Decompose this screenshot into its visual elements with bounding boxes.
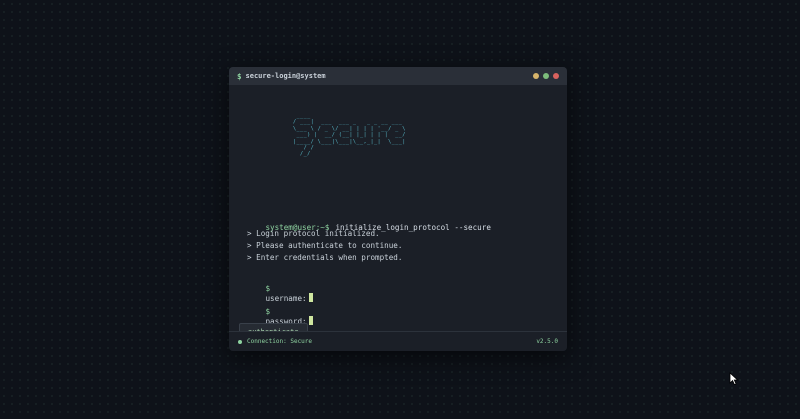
- status-bar: Connection: Secure v2.5.0: [229, 331, 567, 351]
- connection-status: Connection: Secure: [247, 338, 313, 345]
- mouse-pointer-icon: [729, 372, 739, 386]
- output-line: > Please authenticate to continue.: [247, 241, 403, 250]
- window-title: secure-login@system: [245, 72, 326, 80]
- maximize-button[interactable]: [543, 73, 549, 79]
- close-button[interactable]: [553, 73, 559, 79]
- title-bar: $ secure-login@system: [229, 67, 567, 85]
- window-controls: [533, 73, 559, 79]
- ascii-banner: ____ / ___| ___ ___ _ _ _ __ ___ \___ \ …: [293, 113, 406, 158]
- output-line: > Enter credentials when prompted.: [247, 253, 403, 262]
- minimize-button[interactable]: [533, 73, 539, 79]
- output-line: > Login protocol initialized.: [247, 229, 380, 238]
- terminal-body: ____ / ___| ___ ___ _ _ _ __ ___ \___ \ …: [229, 85, 567, 339]
- version-label: v2.5.0: [536, 338, 558, 345]
- terminal-window: $ secure-login@system ____ / ___| ___ __…: [229, 67, 567, 351]
- username-prompt: $: [265, 284, 271, 293]
- text-cursor: [308, 316, 313, 325]
- connection-status-dot: [238, 339, 242, 344]
- title-prompt: $: [237, 71, 242, 81]
- password-prompt: $: [265, 307, 271, 316]
